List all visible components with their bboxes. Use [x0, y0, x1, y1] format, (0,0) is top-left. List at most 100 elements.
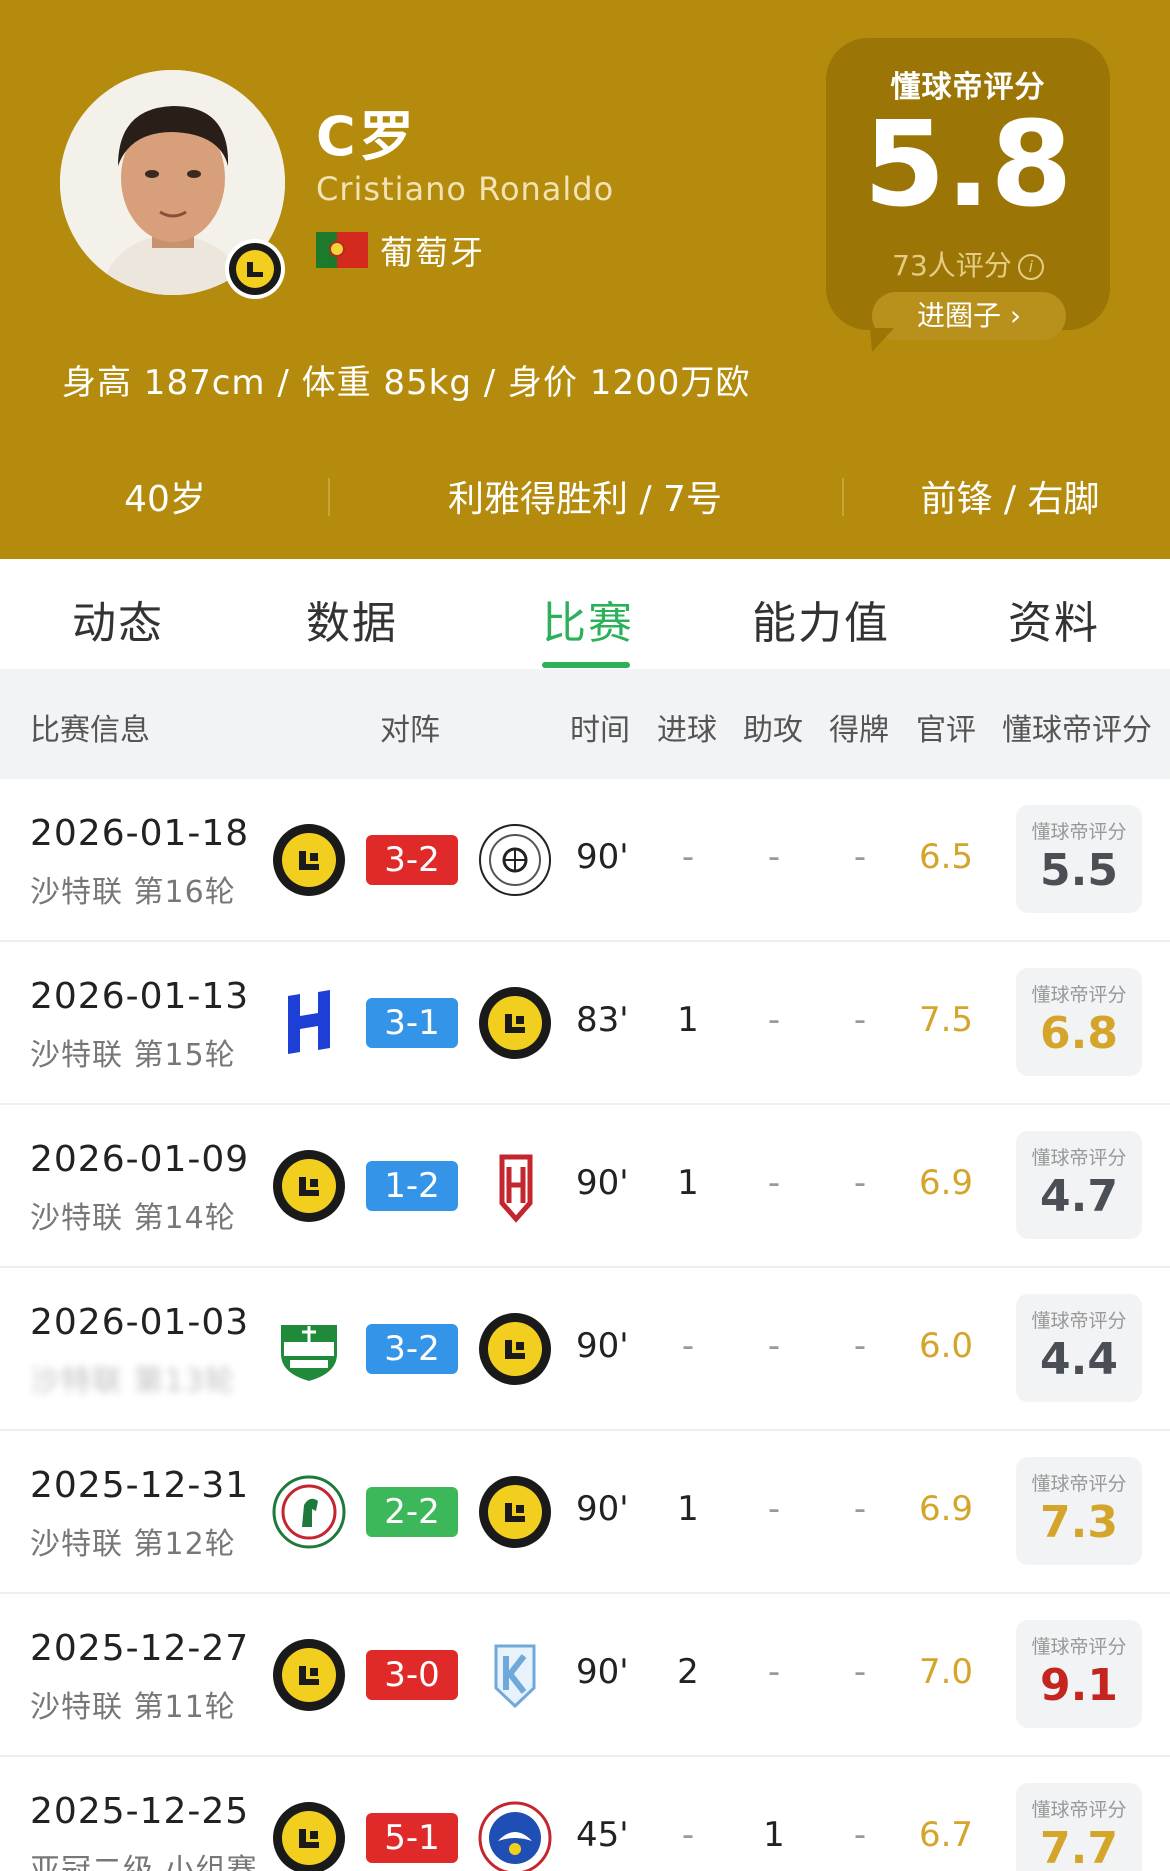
away-team-logo[interactable]	[478, 1638, 552, 1712]
rating-count-line: 73人评分 i	[826, 244, 1110, 284]
away-team-logo[interactable]	[478, 1475, 552, 1549]
home-team-logo[interactable]	[272, 986, 346, 1060]
official-rating: 6.5	[918, 837, 974, 877]
goals: 1	[677, 1000, 699, 1040]
header-cards: 得牌	[829, 713, 889, 748]
tab-stats[interactable]: 数据	[306, 587, 398, 651]
cards: -	[853, 1163, 867, 1203]
user-rating-box[interactable]: 懂球帝评分 9.1	[1016, 1620, 1142, 1728]
assists: -	[767, 837, 781, 877]
header-user-rating: 懂球帝评分	[1002, 713, 1152, 748]
match-date: 2025-12-27	[30, 1628, 250, 1669]
header-official-rating: 官评	[916, 713, 976, 748]
cards: -	[853, 1000, 867, 1040]
user-rating-label: 懂球帝评分	[1031, 1799, 1127, 1821]
official-rating: 6.7	[918, 1815, 974, 1855]
minutes-played: 90'	[576, 1489, 629, 1529]
match-score[interactable]: 2-2	[366, 1487, 458, 1537]
match-date: 2025-12-31	[30, 1465, 250, 1506]
header-assists: 助攻	[743, 713, 803, 748]
away-team-logo[interactable]	[478, 1801, 552, 1871]
match-score[interactable]: 3-2	[366, 835, 458, 885]
join-circle-button[interactable]: 进圈子 ›	[872, 292, 1066, 340]
assists: -	[767, 1326, 781, 1366]
player-body-info: 身高 187cm / 体重 85kg / 身价 1200万欧	[62, 363, 751, 403]
user-rating: 4.4	[1040, 1334, 1118, 1385]
home-team-logo[interactable]	[272, 823, 346, 897]
official-rating: 6.0	[918, 1326, 974, 1366]
player-position-foot: 前锋 / 右脚	[920, 479, 1100, 520]
user-rating-box[interactable]: 懂球帝评分 6.8	[1016, 968, 1142, 1076]
goals: 1	[677, 1489, 699, 1529]
player-header: C罗 Cristiano Ronaldo 葡萄牙 身高 187cm / 体重 8…	[0, 0, 1170, 559]
official-rating: 7.5	[918, 1000, 974, 1040]
player-name-cn: C罗	[316, 105, 418, 168]
user-rating: 9.1	[1040, 1660, 1118, 1711]
match-competition: 沙特联 第11轮	[30, 1690, 236, 1725]
away-team-logo[interactable]	[478, 986, 552, 1060]
match-row[interactable]: 2025-12-31 沙特联 第12轮 2-2 90' 1 - - 6.9 懂球…	[0, 1431, 1170, 1594]
user-rating-box[interactable]: 懂球帝评分 7.3	[1016, 1457, 1142, 1565]
goals: 1	[677, 1163, 699, 1203]
tab-feed[interactable]: 动态	[72, 587, 164, 651]
home-team-logo[interactable]	[272, 1149, 346, 1223]
home-team-logo[interactable]	[272, 1638, 346, 1712]
divider	[842, 478, 844, 516]
match-date: 2026-01-09	[30, 1139, 250, 1180]
tab-bar: 动态 数据 比赛 能力值 资料	[0, 559, 1170, 669]
match-score[interactable]: 3-2	[366, 1324, 458, 1374]
away-team-logo[interactable]	[478, 1312, 552, 1386]
header-match-info: 比赛信息	[30, 713, 150, 748]
match-score[interactable]: 1-2	[366, 1161, 458, 1211]
rating-score: 5.8	[863, 95, 1073, 233]
tab-profile[interactable]: 资料	[1008, 587, 1100, 651]
player-club-number: 利雅得胜利 / 7号	[448, 479, 722, 520]
cards: -	[853, 1652, 867, 1692]
active-tab-indicator	[542, 662, 630, 668]
assists: -	[767, 1163, 781, 1203]
match-row[interactable]: 2026-01-03 沙特联 第13轮 3-2 90' - - - 6.0 懂球…	[0, 1268, 1170, 1431]
player-age: 40岁	[124, 479, 206, 520]
away-team-logo[interactable]	[478, 823, 552, 897]
cards: -	[853, 1489, 867, 1529]
match-competition: 亚冠二级 小组赛	[30, 1853, 258, 1871]
home-team-logo[interactable]	[272, 1801, 346, 1871]
match-row[interactable]: 2026-01-09 沙特联 第14轮 1-2 90' 1 - - 6.9 懂球…	[0, 1105, 1170, 1268]
assists: -	[767, 1652, 781, 1692]
match-date: 2026-01-03	[30, 1302, 250, 1343]
divider	[328, 478, 330, 516]
match-competition: 沙特联 第15轮	[30, 1038, 236, 1073]
match-date: 2026-01-13	[30, 976, 250, 1017]
assists: -	[767, 1489, 781, 1529]
home-team-logo[interactable]	[272, 1312, 346, 1386]
match-row[interactable]: 2025-12-27 沙特联 第11轮 3-0 90' 2 - - 7.0 懂球…	[0, 1594, 1170, 1757]
user-rating-label: 懂球帝评分	[1031, 1147, 1127, 1169]
match-score[interactable]: 3-1	[366, 998, 458, 1048]
cards: -	[853, 1326, 867, 1366]
player-meta-row: 40岁 利雅得胜利 / 7号 前锋 / 右脚	[0, 462, 1170, 532]
cards: -	[853, 837, 867, 877]
user-rating-box[interactable]: 懂球帝评分 7.7	[1016, 1783, 1142, 1871]
user-rating-box[interactable]: 懂球帝评分 5.5	[1016, 805, 1142, 913]
info-icon[interactable]: i	[1017, 254, 1044, 280]
portugal-flag-icon	[316, 232, 368, 268]
away-team-logo[interactable]	[478, 1149, 552, 1223]
match-competition: 沙特联 第12轮	[30, 1527, 236, 1562]
match-row[interactable]: 2025-12-25 亚冠二级 小组赛 5-1 45' - 1 - 6.7 懂球…	[0, 1757, 1170, 1871]
minutes-played: 90'	[576, 1163, 629, 1203]
header-time: 时间	[570, 713, 630, 748]
rating-card: 懂球帝评分 5.8 73人评分 i 进圈子 ›	[826, 38, 1110, 352]
user-rating: 5.5	[1040, 845, 1118, 896]
match-row[interactable]: 2026-01-18 沙特联 第16轮 3-2 90' - - - 6.5 懂球…	[0, 779, 1170, 942]
match-row[interactable]: 2026-01-13 沙特联 第15轮 3-1 83' 1 - - 7.5 懂球…	[0, 942, 1170, 1105]
user-rating-box[interactable]: 懂球帝评分 4.7	[1016, 1131, 1142, 1239]
match-score[interactable]: 5-1	[366, 1813, 458, 1863]
match-score[interactable]: 3-0	[366, 1650, 458, 1700]
user-rating-label: 懂球帝评分	[1031, 1310, 1127, 1332]
user-rating-box[interactable]: 懂球帝评分 4.4	[1016, 1294, 1142, 1402]
tab-abilities[interactable]: 能力值	[752, 587, 890, 651]
tab-matches[interactable]: 比赛	[542, 587, 634, 651]
match-date: 2026-01-18	[30, 813, 250, 854]
home-team-logo[interactable]	[272, 1475, 346, 1549]
assists: 1	[763, 1815, 785, 1855]
